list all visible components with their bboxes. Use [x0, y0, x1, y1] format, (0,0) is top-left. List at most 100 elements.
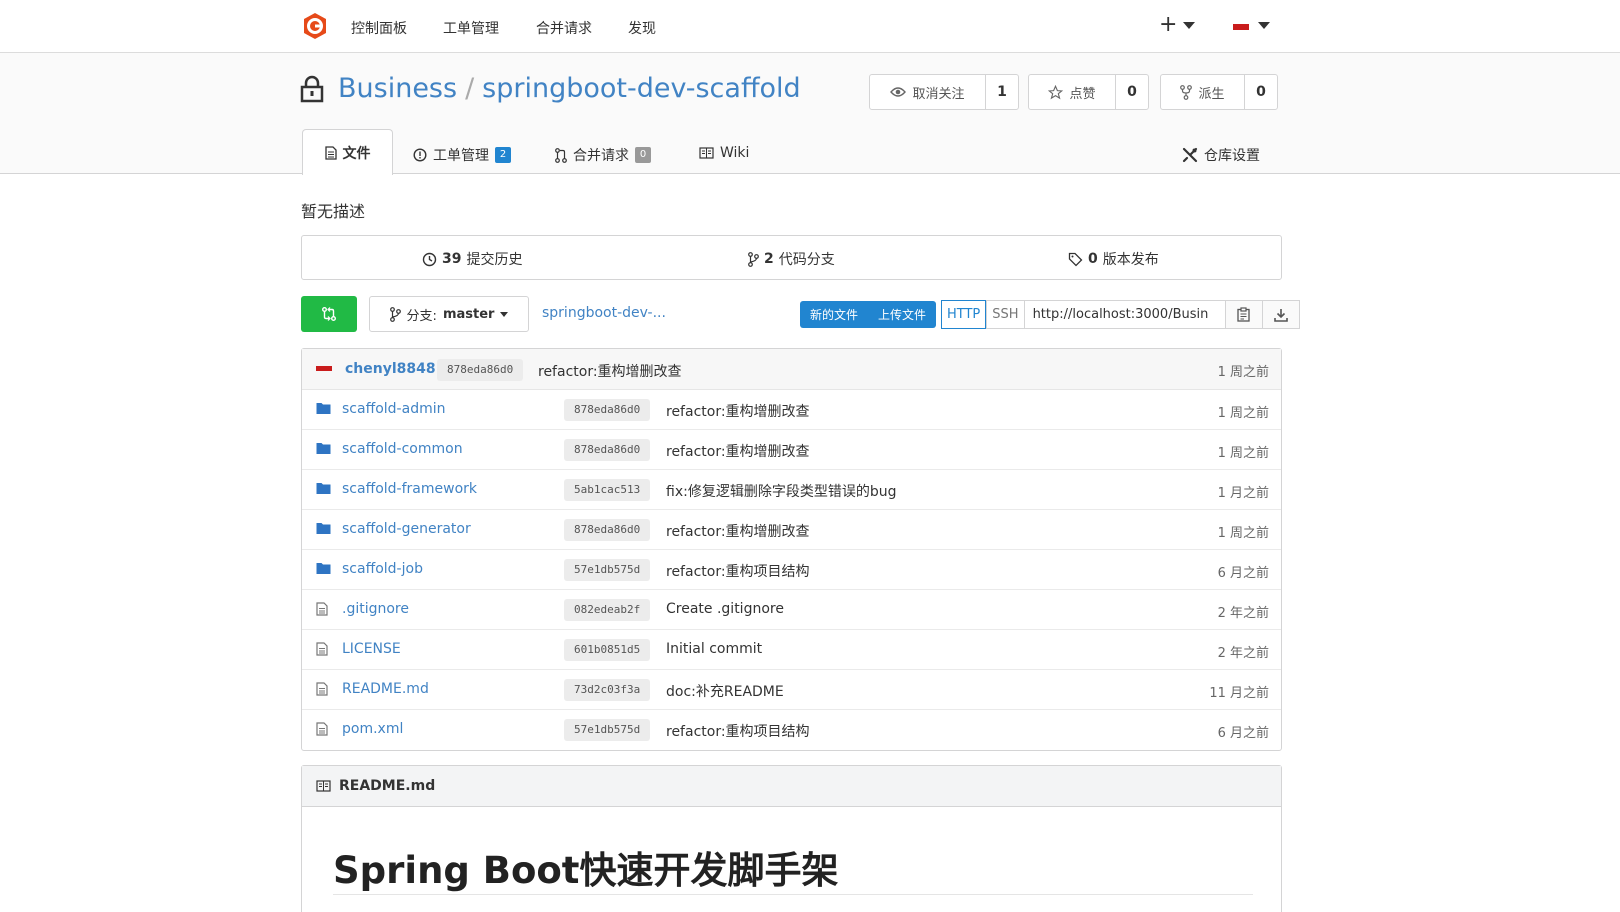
releases-stat[interactable]: 0 版本发布: [1068, 249, 1159, 269]
file-row: scaffold-framework 5ab1cac513 fix:修复逻辑删除…: [302, 470, 1281, 510]
watch-count[interactable]: 1: [986, 75, 1018, 109]
branch-selector[interactable]: 分支: master: [369, 296, 529, 332]
file-name-link[interactable]: scaffold-admin: [342, 401, 445, 417]
folder-icon: [316, 403, 331, 414]
file-commit-message[interactable]: doc:补充README: [666, 681, 784, 701]
http-protocol-button[interactable]: HTTP: [941, 300, 987, 329]
file-commit-time: 2 年之前: [1217, 646, 1269, 661]
file-row: scaffold-job 57e1db575d refactor:重构项目结构 …: [302, 550, 1281, 590]
create-dropdown-caret-icon[interactable]: [1183, 22, 1195, 29]
latest-commit-sha[interactable]: 878eda86d0: [437, 359, 524, 381]
fork-label: 派生: [1198, 86, 1225, 102]
clone-url-input[interactable]: http://localhost:3000/Busin: [1024, 300, 1226, 329]
repo-owner-link[interactable]: Business: [338, 73, 457, 104]
file-commit-message[interactable]: refactor:重构增删改查: [666, 521, 810, 541]
folder-icon: [316, 563, 331, 574]
gogs-logo-icon[interactable]: [301, 12, 329, 40]
file-name-link[interactable]: scaffold-framework: [342, 481, 477, 497]
file-commit-message[interactable]: refactor:重构项目结构: [666, 561, 810, 581]
tab-issues[interactable]: 工单管理 2: [413, 145, 511, 165]
issue-opened-icon: [413, 148, 427, 162]
file-commit-sha[interactable]: 878eda86d0: [564, 399, 651, 421]
file-text-icon: [324, 145, 337, 160]
git-branch-icon: [389, 306, 401, 322]
file-name-link[interactable]: LICENSE: [342, 641, 401, 657]
compare-button[interactable]: [301, 296, 357, 332]
file-icon: [316, 682, 328, 696]
latest-commit-time: 1 周之前: [1217, 365, 1269, 380]
repo-stats-bar: 39 提交历史 2 代码分支 0 版本发布: [301, 235, 1282, 280]
ssh-protocol-button[interactable]: SSH: [986, 300, 1025, 329]
file-commit-sha[interactable]: 878eda86d0: [564, 439, 651, 461]
git-pull-request-icon: [555, 147, 567, 163]
tab-settings-label: 仓库设置: [1204, 148, 1260, 164]
readme-filename: README.md: [339, 778, 436, 794]
tab-files[interactable]: 文件: [302, 129, 393, 175]
top-navbar: 控制面板 工单管理 合并请求 发现 +: [0, 0, 1620, 53]
book-icon: [699, 147, 714, 159]
file-table: chenyl8848 878eda86d0 refactor:重构增删改查 1 …: [301, 348, 1282, 751]
repo-name-link[interactable]: springboot-dev-scaffold: [482, 73, 801, 104]
tab-wiki[interactable]: Wiki: [699, 145, 749, 161]
file-commit-sha[interactable]: 57e1db575d: [564, 719, 651, 741]
file-commit-sha[interactable]: 73d2c03f3a: [564, 679, 651, 701]
tab-pulls[interactable]: 合并请求 0: [555, 145, 651, 165]
repo-path-link[interactable]: springboot-dev-...: [542, 305, 666, 321]
latest-commit-message[interactable]: refactor:重构增删改查: [538, 361, 682, 381]
file-row: scaffold-common 878eda86d0 refactor:重构增删…: [302, 430, 1281, 470]
file-commit-sha[interactable]: 878eda86d0: [564, 519, 651, 541]
new-file-button[interactable]: 新的文件: [800, 301, 869, 328]
commits-stat[interactable]: 39 提交历史: [422, 249, 522, 269]
file-commit-message[interactable]: refactor:重构增删改查: [666, 441, 810, 461]
file-actions-group: 新的文件 上传文件: [800, 301, 937, 328]
nav-dashboard[interactable]: 控制面板: [351, 18, 407, 38]
file-commit-sha[interactable]: 082edeab2f: [564, 599, 651, 621]
nav-issues[interactable]: 工单管理: [443, 18, 499, 38]
user-avatar[interactable]: [1233, 24, 1249, 30]
file-commit-message[interactable]: refactor:重构项目结构: [666, 721, 810, 741]
create-new-icon[interactable]: +: [1159, 12, 1177, 37]
file-commit-message[interactable]: fix:修复逻辑删除字段类型错误的bug: [666, 481, 896, 501]
file-name-link[interactable]: scaffold-common: [342, 441, 463, 457]
file-commit-message[interactable]: Create .gitignore: [666, 601, 784, 617]
star-count[interactable]: 0: [1116, 75, 1148, 109]
branches-stat[interactable]: 2 代码分支: [748, 249, 835, 269]
book-icon: [316, 780, 331, 792]
file-name-link[interactable]: scaffold-generator: [342, 521, 471, 537]
file-name-link[interactable]: pom.xml: [342, 721, 403, 737]
file-name-link[interactable]: README.md: [342, 681, 429, 697]
file-icon: [316, 602, 328, 616]
download-button[interactable]: [1262, 300, 1300, 329]
file-commit-message[interactable]: Initial commit: [666, 641, 762, 657]
file-commit-time: 1 周之前: [1217, 406, 1269, 421]
file-commit-time: 6 月之前: [1217, 726, 1269, 741]
nav-pulls[interactable]: 合并请求: [536, 18, 592, 38]
tab-settings[interactable]: 仓库设置: [1182, 145, 1260, 165]
file-commit-sha[interactable]: 5ab1cac513: [564, 479, 651, 501]
file-commit-sha[interactable]: 57e1db575d: [564, 559, 651, 581]
fork-count[interactable]: 0: [1245, 75, 1277, 109]
file-row: scaffold-admin 878eda86d0 refactor:重构增删改…: [302, 390, 1281, 430]
watch-button[interactable]: 取消关注 1: [869, 74, 1019, 110]
file-commit-time: 2 年之前: [1217, 606, 1269, 621]
fork-icon: [1180, 84, 1193, 100]
branch-caret-icon: [500, 311, 509, 317]
fork-button[interactable]: 派生 0: [1160, 74, 1278, 110]
author-avatar[interactable]: [316, 366, 332, 371]
pulls-count-badge: 0: [635, 147, 651, 163]
file-name-link[interactable]: scaffold-job: [342, 561, 423, 577]
commit-author-link[interactable]: chenyl8848: [345, 361, 436, 377]
star-label: 点赞: [1069, 86, 1096, 102]
file-commit-sha[interactable]: 601b0851d5: [564, 639, 651, 661]
file-commit-message[interactable]: refactor:重构增删改查: [666, 401, 810, 421]
nav-explore[interactable]: 发现: [628, 18, 656, 38]
file-commit-time: 1 周之前: [1217, 446, 1269, 461]
upload-file-button[interactable]: 上传文件: [868, 301, 937, 328]
file-name-link[interactable]: .gitignore: [342, 601, 409, 617]
star-button[interactable]: 点赞 0: [1028, 74, 1149, 110]
readme-heading-divider: [333, 894, 1253, 895]
user-dropdown-caret-icon[interactable]: [1258, 22, 1270, 29]
tab-files-label: 文件: [342, 145, 371, 162]
copy-url-button[interactable]: [1225, 300, 1263, 329]
readme-heading: Spring Boot快速开发脚手架: [333, 849, 839, 892]
